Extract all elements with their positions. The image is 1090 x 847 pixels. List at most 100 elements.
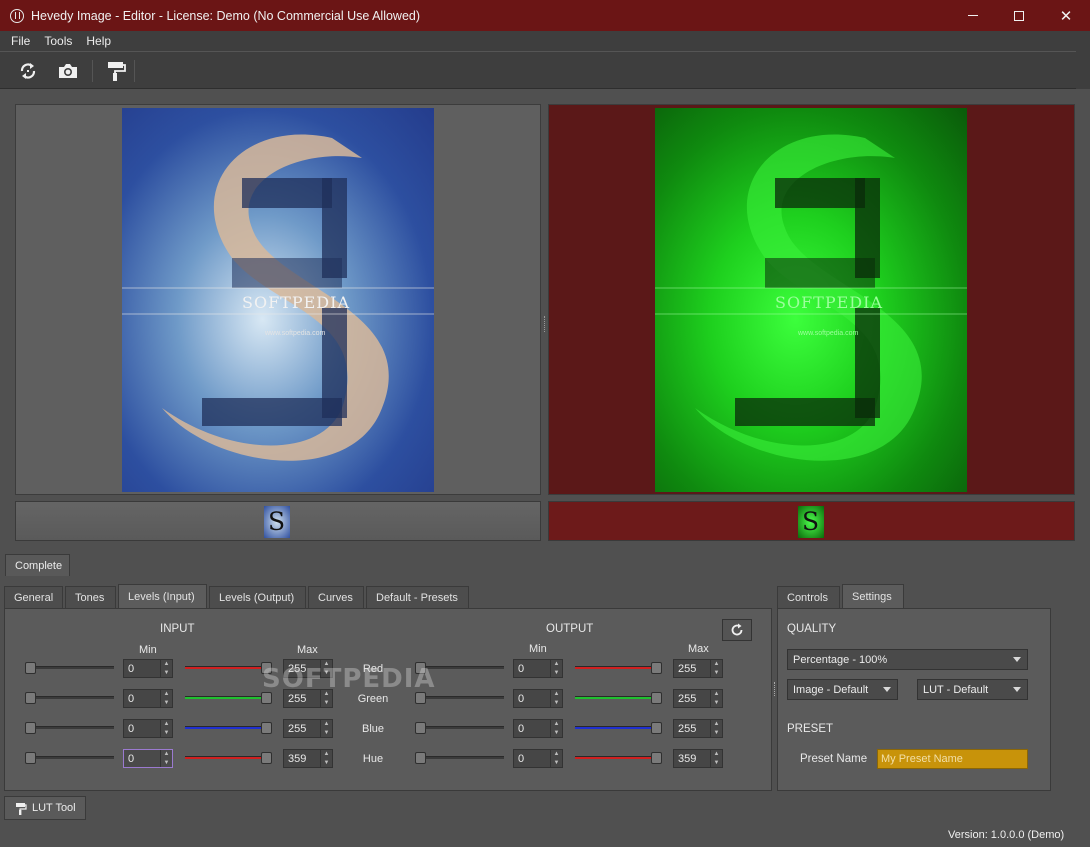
output-max-green-field[interactable]: 255 ▲ ▼ [673,689,723,708]
spin-arrows[interactable]: ▲ ▼ [710,750,722,767]
input-max-blue-field[interactable]: 255 ▲ ▼ [283,719,333,738]
spin-arrows[interactable]: ▲ ▼ [320,720,332,737]
spin-down-icon: ▼ [163,699,170,706]
tab-levels-input[interactable]: Levels (Input) [118,584,207,609]
input-min-slider-track[interactable] [30,666,114,669]
output-min-slider-track[interactable] [420,696,504,699]
tab-default-presets[interactable]: Default - Presets [366,586,469,609]
spin-arrows[interactable]: ▲ ▼ [550,690,562,707]
minimize-button[interactable] [950,0,996,31]
paint-roller-button[interactable] [104,59,128,83]
input-image: SOFTPEDIA www.softpedia.com [122,108,434,492]
spin-down-icon: ▼ [163,759,170,766]
input-thumbnail[interactable]: S [264,506,290,538]
output-max-slider-handle[interactable] [651,722,662,734]
input-max-slider-handle[interactable] [261,752,272,764]
spin-arrows[interactable]: ▲ ▼ [160,690,172,707]
spin-arrows[interactable]: ▲ ▼ [550,720,562,737]
input-min-green-value: 0 [128,692,135,705]
input-max-hue-field[interactable]: 359 ▲ ▼ [283,749,333,768]
input-max-slider-track[interactable] [185,666,269,669]
spin-down-icon: ▼ [553,759,560,766]
input-min-slider-handle[interactable] [25,662,36,674]
tab-lut-tool[interactable]: LUT Tool [4,796,86,820]
output-max-slider-track[interactable] [575,756,659,759]
close-button[interactable]: ✕ [1043,0,1089,31]
spin-arrows[interactable]: ▲ ▼ [160,750,172,767]
tab-controls[interactable]: Controls [777,586,840,609]
output-thumbnail[interactable]: S [798,506,824,538]
camera-button[interactable] [56,59,80,83]
spin-arrows[interactable]: ▲ ▼ [320,750,332,767]
spin-up-icon: ▲ [323,751,330,758]
output-max-hue-field[interactable]: 359 ▲ ▼ [673,749,723,768]
spin-up-icon: ▲ [163,661,170,668]
input-max-slider-track[interactable] [185,756,269,759]
chevron-down-icon [883,687,891,692]
input-max-slider-track[interactable] [185,696,269,699]
input-min-hue-field[interactable]: 0 ▲ ▼ [123,749,173,768]
tab-settings[interactable]: Settings [842,584,904,609]
refresh-button[interactable] [16,59,40,83]
menu-tools[interactable]: Tools [37,34,79,48]
output-min-green-field[interactable]: 0 ▲ ▼ [513,689,563,708]
output-min-slider-track[interactable] [420,726,504,729]
spin-arrows[interactable]: ▲ ▼ [550,750,562,767]
spin-arrows[interactable]: ▲ ▼ [710,720,722,737]
preset-name-input[interactable]: My Preset Name [877,749,1028,769]
viewer-splitter[interactable] [544,316,546,332]
input-min-slider-handle[interactable] [25,752,36,764]
tab-curves[interactable]: Curves [308,586,364,609]
output-max-slider-track[interactable] [575,696,659,699]
menu-help[interactable]: Help [79,34,118,48]
spin-arrows[interactable]: ▲ ▼ [550,660,562,677]
spin-arrows[interactable]: ▲ ▼ [710,690,722,707]
quality-dropdown[interactable]: Percentage - 100% [787,649,1028,670]
output-thumbnail-bar[interactable]: S [548,501,1075,541]
input-min-slider-track[interactable] [30,726,114,729]
toolbar-overflow [1076,51,1090,89]
tab-complete[interactable]: Complete [5,554,70,576]
output-max-slider-handle[interactable] [651,692,662,704]
input-min-slider-track[interactable] [30,756,114,759]
input-max-slider-track[interactable] [185,726,269,729]
spin-arrows[interactable]: ▲ ▼ [160,720,172,737]
output-max-slider-track[interactable] [575,726,659,729]
input-image-viewer[interactable]: SOFTPEDIA www.softpedia.com [15,104,541,495]
output-min-slider-handle[interactable] [415,722,426,734]
input-min-slider-track[interactable] [30,696,114,699]
output-min-slider-track[interactable] [420,756,504,759]
output-min-hue-field[interactable]: 0 ▲ ▼ [513,749,563,768]
panel-splitter[interactable] [774,682,776,696]
maximize-button[interactable] [996,0,1042,31]
input-min-blue-field[interactable]: 0 ▲ ▼ [123,719,173,738]
output-max-slider-handle[interactable] [651,752,662,764]
tab-general[interactable]: General [4,586,63,609]
image-dropdown[interactable]: Image - Default [787,679,898,700]
output-image-viewer[interactable]: SOFTPEDIA www.softpedia.com [548,104,1075,495]
softpedia-watermark: SOFTPEDIA [242,293,350,312]
output-min-blue-field[interactable]: 0 ▲ ▼ [513,719,563,738]
output-max-blue-field[interactable]: 255 ▲ ▼ [673,719,723,738]
output-max-slider-track[interactable] [575,666,659,669]
spin-arrows[interactable]: ▲ ▼ [160,660,172,677]
input-min-green-field[interactable]: 0 ▲ ▼ [123,689,173,708]
lut-dropdown[interactable]: LUT - Default [917,679,1028,700]
input-min-slider-handle[interactable] [25,692,36,704]
reset-levels-button[interactable] [722,619,752,641]
tab-levels-output[interactable]: Levels (Output) [209,586,306,609]
paint-roller-icon [108,62,126,81]
quality-header: QUALITY [787,623,837,635]
input-min-slider-handle[interactable] [25,722,36,734]
input-max-slider-handle[interactable] [261,722,272,734]
spin-arrows[interactable]: ▲ ▼ [710,660,722,677]
output-max-red-field[interactable]: 255 ▲ ▼ [673,659,723,678]
tab-tones[interactable]: Tones [65,586,116,609]
output-min-red-field[interactable]: 0 ▲ ▼ [513,659,563,678]
output-min-slider-handle[interactable] [415,752,426,764]
input-min-red-field[interactable]: 0 ▲ ▼ [123,659,173,678]
menu-file[interactable]: File [4,34,37,48]
output-max-slider-handle[interactable] [651,662,662,674]
softpedia-overlay-watermark: SOFTPEDIA [262,664,436,694]
input-thumbnail-bar[interactable]: S [15,501,541,541]
